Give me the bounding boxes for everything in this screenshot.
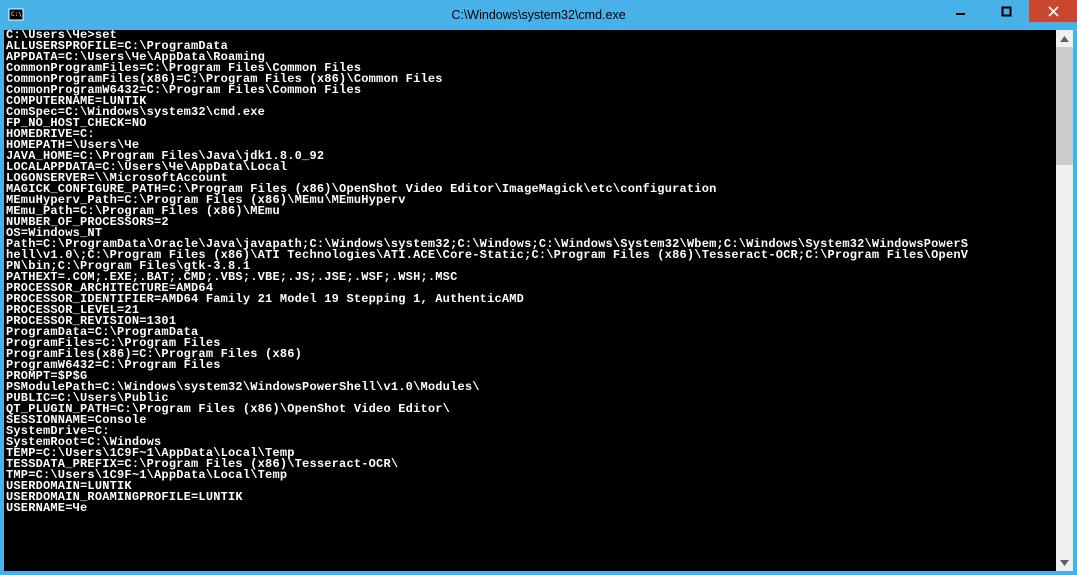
scroll-down-button[interactable] (1056, 554, 1073, 571)
scroll-up-button[interactable] (1056, 30, 1073, 47)
console-line: QT_PLUGIN_PATH=C:\Program Files (x86)\Op… (6, 404, 1054, 415)
scrollbar-track[interactable] (1056, 47, 1073, 554)
console-line: SystemDrive=C: (6, 426, 1054, 437)
scrollbar-thumb[interactable] (1056, 47, 1073, 165)
titlebar[interactable]: C:\ C:\Windows\system32\cmd.exe (0, 0, 1077, 30)
console-output[interactable]: C:\Users\Че>setALLUSERSPROFILE=C:\Progra… (4, 30, 1056, 571)
console-line: CommonProgramW6432=C:\Program Files\Comm… (6, 85, 1054, 96)
console-line: FP_NO_HOST_CHECK=NO (6, 118, 1054, 129)
maximize-button[interactable] (983, 0, 1029, 22)
app-icon[interactable]: C:\ (8, 7, 24, 23)
console-line: PROCESSOR_IDENTIFIER=AMD64 Family 21 Mod… (6, 294, 1054, 305)
window-controls (937, 0, 1077, 30)
client-area: C:\Users\Че>setALLUSERSPROFILE=C:\Progra… (0, 30, 1077, 575)
close-button[interactable] (1029, 0, 1077, 22)
console-line: ComSpec=C:\Windows\system32\cmd.exe (6, 107, 1054, 118)
vertical-scrollbar[interactable] (1056, 30, 1073, 571)
console-line: SESSIONNAME=Console (6, 415, 1054, 426)
console-line: USERNAME=Че (6, 503, 1054, 514)
console-line: NUMBER_OF_PROCESSORS=2 (6, 217, 1054, 228)
window-title: C:\Windows\system32\cmd.exe (0, 8, 1077, 22)
console-line: TMP=C:\Users\1C9F~1\AppData\Local\Temp (6, 470, 1054, 481)
svg-text:C:\: C:\ (11, 11, 22, 18)
console-line: ProgramW6432=C:\Program Files (6, 360, 1054, 371)
minimize-button[interactable] (937, 0, 983, 22)
console-line: HOMEDRIVE=C: (6, 129, 1054, 140)
console-line: USERDOMAIN_ROAMINGPROFILE=LUNTIK (6, 492, 1054, 503)
